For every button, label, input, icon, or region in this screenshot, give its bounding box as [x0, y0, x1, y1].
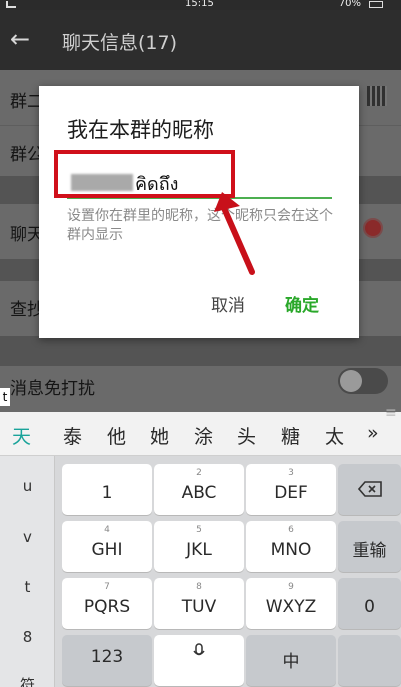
signal-icon — [6, 1, 16, 8]
battery-level: 70% — [338, 0, 361, 9]
nickname-dialog: 我在本群的昵称 คิดถึง 设置你在群里的昵称，这个昵称只会在这个群内显示 取… — [39, 86, 359, 338]
status-time: 15:15 — [185, 0, 214, 9]
app-bar: ← 聊天信息(17) — [0, 10, 401, 70]
watermark-icon: ≡ — [385, 405, 397, 421]
microphone-icon — [193, 643, 205, 656]
backspace-icon — [358, 481, 382, 497]
enter-key[interactable] — [338, 635, 401, 686]
suggestion-item[interactable]: 她 — [150, 422, 169, 449]
key-jkl[interactable]: 5 JKL — [154, 521, 244, 572]
mute-toggle[interactable] — [338, 368, 388, 394]
side-label: t — [0, 388, 10, 406]
dialog-hint: 设置你在群里的昵称，这个昵称只会在这个群内显示 — [67, 208, 333, 243]
symbol-item[interactable]: 8 — [0, 628, 55, 646]
space-key[interactable] — [154, 635, 244, 686]
suggestion-item[interactable]: 头 — [237, 422, 256, 449]
row-mute[interactable]: 消息免打扰 — [0, 366, 401, 412]
suggestion-item[interactable]: 他 — [107, 422, 126, 449]
status-bar: 15:15 70% — [0, 0, 401, 10]
qr-code-icon — [367, 86, 387, 106]
key-0[interactable]: 0 — [338, 578, 401, 629]
badge-icon — [363, 218, 383, 238]
key-def[interactable]: 3 DEF — [246, 464, 336, 515]
row-label: 消息免打扰 — [10, 379, 95, 399]
suggestion-bar: 天 泰 他 她 涂 头 糖 太 » — [0, 412, 401, 456]
page-title: 聊天信息(17) — [62, 32, 178, 54]
keyboard: t 天 泰 他 她 涂 头 糖 太 » u v t 8 符 1 2 ABC 3 … — [0, 388, 401, 687]
key-123[interactable]: 123 — [62, 635, 152, 686]
expand-suggestions-icon[interactable]: » — [367, 422, 379, 444]
key-language[interactable]: 中 — [246, 635, 336, 686]
cancel-button[interactable]: 取消 — [211, 291, 245, 316]
suggestion-item[interactable]: 太 — [325, 422, 344, 449]
symbol-column: u v t 8 符 — [0, 456, 55, 687]
dialog-title: 我在本群的昵称 — [67, 118, 214, 142]
key-wxyz[interactable]: 9 WXYZ — [246, 578, 336, 629]
battery-icon — [369, 1, 383, 8]
suggestion-item[interactable]: 泰 — [63, 422, 82, 449]
arrow-left-icon[interactable]: ← — [10, 26, 36, 52]
symbol-item[interactable]: t — [0, 578, 55, 596]
suggestion-item[interactable]: 涂 — [194, 422, 213, 449]
section-divider — [0, 336, 401, 366]
highlight-box — [54, 150, 235, 198]
key-pqrs[interactable]: 7 PQRS — [62, 578, 152, 629]
suggestion-item[interactable]: 天 — [12, 422, 31, 449]
key-abc[interactable]: 2 ABC — [154, 464, 244, 515]
key-mno[interactable]: 6 MNO — [246, 521, 336, 572]
key-ghi[interactable]: 4 GHI — [62, 521, 152, 572]
confirm-button[interactable]: 确定 — [285, 291, 319, 316]
retype-key[interactable]: 重输 — [338, 521, 401, 572]
key-tuv[interactable]: 8 TUV — [154, 578, 244, 629]
symbol-item[interactable]: v — [0, 528, 55, 546]
symbol-item[interactable]: u — [0, 477, 55, 495]
pointer-arrow-icon — [214, 192, 255, 275]
suggestion-item[interactable]: 糖 — [281, 422, 300, 449]
delete-key[interactable] — [338, 464, 401, 515]
symbol-item[interactable]: 符 — [0, 674, 55, 687]
key-1[interactable]: 1 — [62, 464, 152, 515]
